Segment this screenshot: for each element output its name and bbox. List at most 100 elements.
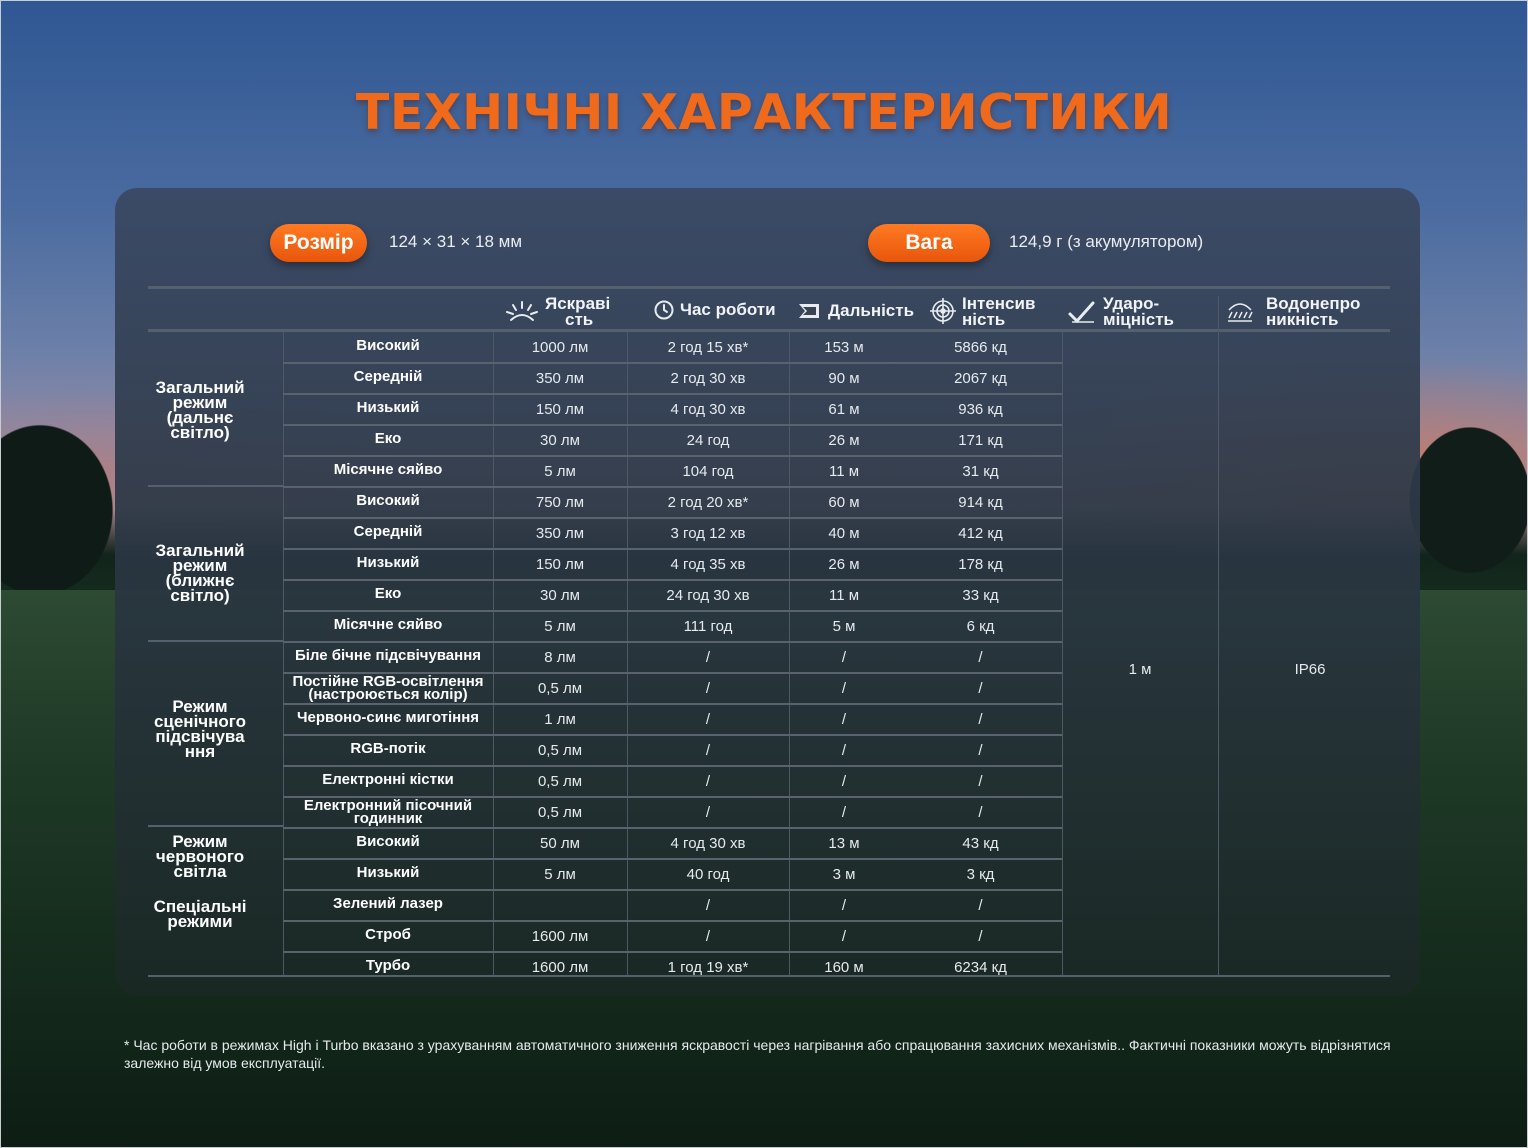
- group-label-scene: Режим сценічного підсвічува ння: [135, 698, 265, 761]
- cell-intensity: 936 кд: [958, 401, 1003, 418]
- row-mode-line: Турбо: [365, 957, 411, 974]
- row-mode-line: Еко: [374, 430, 402, 447]
- cell-runtime: 4 год 30 хв: [670, 835, 746, 852]
- cell-intensity: 171 кд: [958, 432, 1003, 449]
- row-mode-label: Середній: [283, 368, 493, 385]
- cell-intensity: /: [978, 897, 983, 914]
- row-separator: [283, 827, 1062, 829]
- row-mode-label: Еко: [283, 586, 493, 601]
- footnote: * Час роботи в режимах High і Turbo вказ…: [124, 1037, 1391, 1071]
- cell-distance: 13 м: [828, 835, 860, 852]
- brightness-icon: [506, 301, 538, 321]
- cell-brightness: 1600 лм: [531, 959, 589, 976]
- cell-intensity: 33 кд: [962, 587, 999, 604]
- cell-distance: /: [841, 897, 847, 914]
- cell-intensity: /: [978, 804, 983, 821]
- cell-distance: 26 м: [828, 556, 860, 573]
- row-mode-line: Електронні кістки: [322, 771, 454, 788]
- row-mode-line: Біле бічне підсвічування: [294, 647, 482, 664]
- cell-distance: 11 м: [828, 587, 860, 604]
- cell-distance: 26 м: [828, 432, 860, 449]
- impact-icon: [1068, 301, 1095, 324]
- group-separator: [148, 825, 283, 827]
- cell-intensity: 412 кд: [958, 525, 1003, 542]
- cell-brightness: 5 лм: [544, 463, 576, 480]
- row-mode-line: Низький: [356, 864, 420, 881]
- cell-brightness: 5 лм: [544, 618, 576, 635]
- cell-distance: 160 м: [824, 959, 864, 976]
- row-mode-label: Місячне сяйво: [283, 462, 493, 477]
- cell-brightness: 30 лм: [540, 587, 580, 604]
- water-icon: [1228, 303, 1253, 322]
- impact-value: 1 м: [1128, 661, 1152, 678]
- cell-runtime: 2 год 20 хв*: [667, 494, 749, 511]
- row-mode-label: Низький: [283, 555, 493, 570]
- row-separator: [283, 548, 1062, 550]
- row-separator: [283, 579, 1062, 581]
- cell-distance: /: [841, 804, 847, 821]
- group-far-line4: світло): [170, 423, 230, 442]
- row-mode-line: RGB-потік: [350, 740, 426, 757]
- row-separator: [283, 393, 1062, 395]
- group-label-special: Спеціальні режими: [135, 898, 265, 931]
- row-mode-label: Високий: [283, 338, 493, 353]
- cell-brightness: 0,5 лм: [537, 773, 583, 790]
- cell-intensity: /: [978, 742, 983, 759]
- target-icon: [930, 298, 956, 324]
- table-top-rule: [148, 286, 1390, 289]
- cell-brightness: 0,5 лм: [537, 742, 583, 759]
- cell-brightness: 50 лм: [540, 835, 580, 852]
- row-mode-line: Середній: [353, 523, 423, 540]
- cell-runtime: /: [705, 804, 711, 821]
- header-impact-line2: міцність: [1103, 310, 1174, 329]
- row-mode-line: Середній: [353, 368, 423, 385]
- row-separator: [283, 486, 1062, 488]
- group-label-red: Режим червоного світла: [135, 833, 265, 881]
- table-header-rule: [148, 329, 1390, 332]
- cell-intensity: /: [978, 928, 983, 945]
- cell-runtime: 3 год 12 хв: [670, 525, 746, 542]
- cell-distance: 11 м: [828, 463, 860, 480]
- group-label-far: Загальний режим (дальнє світло): [135, 379, 265, 442]
- row-separator: [283, 951, 1062, 953]
- cell-runtime: /: [705, 897, 711, 914]
- header-intensity-line2: ність: [962, 310, 1006, 329]
- cell-distance: 60 м: [828, 494, 860, 511]
- row-mode-label: Місячне сяйво: [283, 617, 493, 632]
- cell-intensity: /: [978, 711, 983, 728]
- row-mode-label: Електронний пісочний годинник: [283, 798, 493, 826]
- weight-badge: Вага: [868, 224, 990, 262]
- cell-intensity: 6 кд: [966, 618, 995, 635]
- row-separator: [283, 889, 1062, 891]
- row-mode-line: Низький: [356, 399, 420, 416]
- row-separator: [283, 858, 1062, 860]
- group-special-line2: режими: [167, 912, 233, 931]
- size-badge: Розмір: [270, 224, 367, 262]
- cell-runtime: 4 год 30 хв: [670, 401, 746, 418]
- cell-intensity: /: [978, 649, 983, 666]
- cell-runtime: 2 год 30 хв: [670, 370, 746, 387]
- cell-runtime: /: [705, 928, 711, 945]
- cell-intensity: 914 кд: [958, 494, 1003, 511]
- group-separator: [148, 640, 283, 642]
- cell-intensity: 3 кд: [966, 866, 995, 883]
- cell-intensity: 178 кд: [958, 556, 1003, 573]
- page-title: ТЕХНІЧНІ ХАРАКТЕРИСТИКИ: [355, 84, 1173, 141]
- cell-distance: /: [841, 928, 847, 945]
- cell-runtime: 104 год: [682, 463, 734, 480]
- size-value: 124 × 31 × 18 мм: [389, 232, 523, 251]
- row-mode-label: Турбо: [283, 957, 493, 974]
- row-separator: [283, 424, 1062, 426]
- row-mode-label: Низький: [283, 399, 493, 416]
- group-scene-line4: ння: [184, 742, 216, 761]
- cell-brightness: 150 лм: [535, 401, 585, 418]
- row-mode-label: Високий: [283, 493, 493, 508]
- row-mode-label: Електронні кістки: [283, 771, 493, 788]
- cell-brightness: 1 лм: [544, 711, 576, 728]
- row-separator: [283, 703, 1062, 705]
- row-mode-label: RGB-потік: [283, 740, 493, 757]
- cell-runtime: 24 год: [686, 432, 730, 449]
- row-mode-label: Високий: [283, 834, 493, 849]
- cell-distance: /: [841, 742, 847, 759]
- group-red-line3: світла: [173, 862, 227, 881]
